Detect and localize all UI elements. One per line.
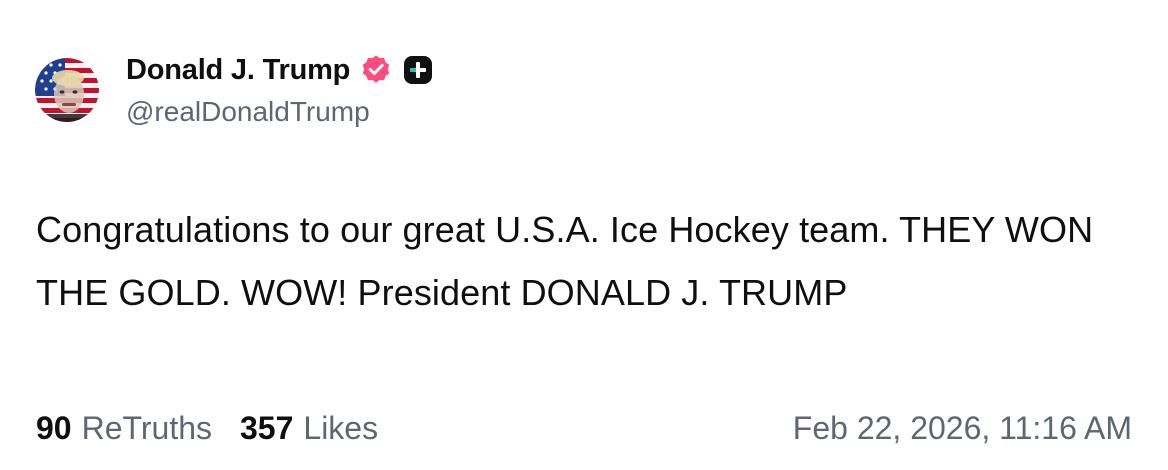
post-timestamp[interactable]: Feb 22, 2026, 11:16 AM [793,410,1132,447]
retruths-stat[interactable]: 90 ReTruths [36,410,212,447]
likes-count: 357 [240,409,294,446]
retruths-count: 90 [36,409,72,446]
author-name-row: Donald J. Trump [126,50,434,90]
likes-stat[interactable]: 357 Likes [240,410,378,447]
post-card: Donald J. Trump @realDonaldTrump Congrat… [0,0,1168,470]
retruths-label: ReTruths [81,409,212,446]
post-stats: 90 ReTruths 357 Likes [36,410,378,447]
avatar[interactable] [35,58,99,122]
post-footer: 90 ReTruths 357 Likes Feb 22, 2026, 11:1… [36,405,1132,451]
author-block: Donald J. Trump @realDonaldTrump [126,50,434,128]
truth-plus-icon [402,54,434,86]
author-handle[interactable]: @realDonaldTrump [126,96,434,128]
post-text: Congratulations to our great U.S.A. Ice … [36,209,1094,313]
author-display-name[interactable]: Donald J. Trump [126,54,350,87]
likes-label: Likes [303,409,379,446]
verified-badge-icon [360,54,392,86]
avatar-image [35,58,99,122]
